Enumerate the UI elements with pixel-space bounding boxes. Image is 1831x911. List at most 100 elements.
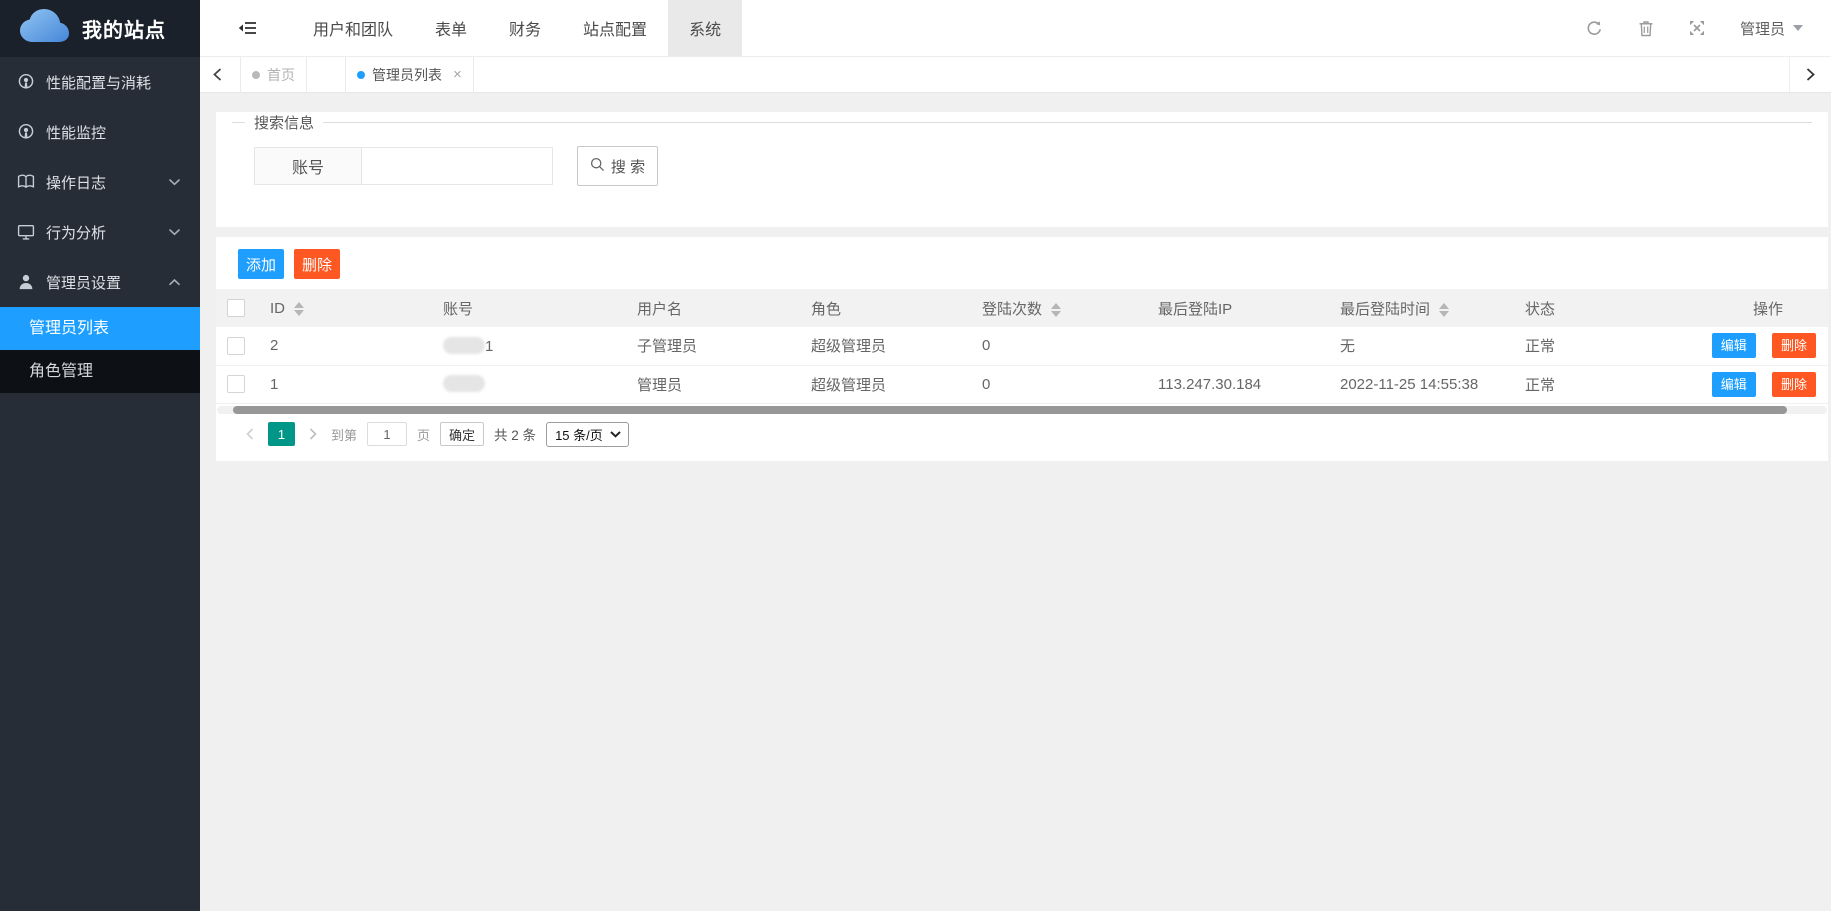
page-unit-label: 页: [417, 425, 430, 444]
goto-label: 到第: [331, 425, 357, 444]
tabs-scroll-left-icon[interactable]: [200, 57, 234, 92]
cell-username: 管理员: [629, 365, 803, 403]
row-delete-button[interactable]: 删除: [1772, 333, 1816, 358]
account-search-input[interactable]: [362, 147, 553, 185]
column-header-login-count: 登陆次数: [974, 289, 1150, 327]
trash-icon[interactable]: [1638, 20, 1654, 37]
fullscreen-icon[interactable]: [1689, 20, 1705, 36]
edit-button[interactable]: 编辑: [1712, 333, 1756, 358]
cell-id: 2: [262, 327, 435, 365]
page-tab-admin-list[interactable]: 管理员列表 ×: [345, 57, 474, 93]
sidebar-item-label: 性能监控: [46, 122, 106, 143]
sidebar-item-performance-monitor[interactable]: 性能监控: [0, 107, 200, 157]
total-count-label: 共 2 条: [494, 424, 536, 444]
menu-fold-icon[interactable]: [238, 20, 258, 36]
column-header-account: 账号: [435, 289, 629, 327]
row-delete-button[interactable]: 删除: [1772, 372, 1816, 397]
cell-actions: 编辑 删除: [1685, 365, 1828, 403]
sidebar-submenu: 管理员列表 角色管理: [0, 307, 200, 393]
column-header-username: 用户名: [629, 289, 803, 327]
nav-tab-users-teams[interactable]: 用户和团队: [292, 0, 414, 56]
cell-status: 正常: [1517, 327, 1685, 365]
page-tabs-bar: 首页 管理员列表 ×: [200, 57, 1831, 93]
chevron-down-icon: [610, 431, 621, 438]
cell-actions: 编辑 删除: [1685, 327, 1828, 365]
goto-page-input[interactable]: [367, 422, 407, 446]
delete-button[interactable]: 删除: [294, 249, 340, 279]
sidebar-subitem-role-management[interactable]: 角色管理: [0, 350, 200, 393]
nav-tab-forms[interactable]: 表单: [414, 0, 488, 56]
user-menu[interactable]: 管理员: [1740, 18, 1803, 39]
user-icon: [17, 273, 35, 291]
user-name: 管理员: [1740, 18, 1785, 39]
sort-icon[interactable]: [1439, 303, 1449, 317]
cell-last-time: 2022-11-25 14:55:38: [1332, 365, 1517, 403]
table-row: 1 管理员 超级管理员 0 113.247.30.184 2022-11-25 …: [216, 365, 1828, 403]
chevron-down-icon: [1793, 25, 1803, 31]
navbar-right: 管理员: [1586, 18, 1803, 39]
cell-account: 1: [435, 327, 629, 365]
edit-button[interactable]: 编辑: [1712, 372, 1756, 397]
sidebar-item-admin-settings[interactable]: 管理员设置: [0, 257, 200, 307]
pagination: 1 到第 页 确定 共 2 条 15 条/页: [216, 414, 1828, 456]
redacted-account: [443, 337, 485, 354]
tabs-scroll-right-icon[interactable]: [1789, 57, 1831, 92]
top-nav-tabs: 用户和团队 表单 财务 站点配置 系统: [292, 0, 742, 56]
cell-last-time: 无: [1332, 327, 1517, 365]
sort-icon[interactable]: [294, 302, 304, 316]
column-header-actions: 操作: [1685, 289, 1828, 327]
site-title: 我的站点: [82, 14, 166, 43]
sidebar: 我的站点 性能配置与消耗 性能监控 操作日志 行为分析 管理: [0, 0, 200, 911]
cell-login-count: 0: [974, 365, 1150, 403]
site-logo[interactable]: 我的站点: [0, 0, 200, 57]
confirm-button[interactable]: 确定: [440, 422, 484, 446]
horizontal-scrollbar: [217, 406, 1827, 414]
admin-table: ID 账号 用户名 角色 登陆次数 最后登陆IP 最后登陆时间 状态 操作 2: [216, 289, 1828, 404]
page-tab-home[interactable]: 首页: [240, 57, 307, 93]
cell-role: 超级管理员: [803, 365, 974, 403]
nav-tab-system[interactable]: 系统: [668, 0, 742, 56]
sidebar-subitem-admin-list[interactable]: 管理员列表: [0, 307, 200, 350]
cell-last-ip: [1150, 327, 1332, 365]
cell-id: 1: [262, 365, 435, 403]
main-area: 用户和团队 表单 财务 站点配置 系统 管理员: [200, 0, 1831, 911]
close-icon[interactable]: ×: [453, 66, 462, 83]
broadcast-icon: [17, 123, 35, 141]
row-checkbox[interactable]: [227, 375, 245, 393]
tab-dot-icon: [252, 71, 260, 79]
scrollbar-thumb[interactable]: [233, 406, 1787, 414]
sidebar-item-operation-log[interactable]: 操作日志: [0, 157, 200, 207]
sidebar-item-performance-config[interactable]: 性能配置与消耗: [0, 57, 200, 107]
sort-icon[interactable]: [1051, 303, 1061, 317]
tab-dot-icon: [357, 71, 365, 79]
nav-tab-finance[interactable]: 财务: [488, 0, 562, 56]
column-header-last-time: 最后登陆时间: [1332, 289, 1517, 327]
search-button[interactable]: 搜 索: [577, 146, 658, 186]
column-header-status: 状态: [1517, 289, 1685, 327]
column-header-last-ip: 最后登陆IP: [1150, 289, 1332, 327]
refresh-icon[interactable]: [1586, 20, 1603, 37]
per-page-select[interactable]: 15 条/页: [546, 422, 629, 447]
book-icon: [17, 173, 35, 191]
cell-login-count: 0: [974, 327, 1150, 365]
sidebar-item-behavior-analysis[interactable]: 行为分析: [0, 207, 200, 257]
search-fieldset: 搜索信息 账号 搜 索: [232, 112, 1812, 186]
cell-username: 子管理员: [629, 327, 803, 365]
prev-page-icon[interactable]: [242, 428, 258, 440]
broadcast-icon: [17, 73, 35, 91]
next-page-icon[interactable]: [305, 428, 321, 440]
row-checkbox[interactable]: [227, 337, 245, 355]
sidebar-item-label: 管理员设置: [46, 272, 121, 293]
top-navbar: 用户和团队 表单 财务 站点配置 系统 管理员: [200, 0, 1831, 57]
search-panel: 搜索信息 账号 搜 索: [216, 112, 1828, 227]
select-all-checkbox[interactable]: [227, 299, 245, 317]
nav-tab-site-config[interactable]: 站点配置: [562, 0, 668, 56]
current-page-button[interactable]: 1: [268, 422, 295, 446]
sidebar-item-label: 性能配置与消耗: [46, 72, 151, 93]
magnifier-icon: [590, 157, 605, 176]
search-legend: 搜索信息: [245, 112, 323, 133]
add-button[interactable]: 添加: [238, 249, 284, 279]
chevron-down-icon: [169, 179, 180, 186]
account-field-label: 账号: [254, 147, 362, 185]
table-panel: 添加 删除 ID 账号 用户名 角色 登陆次数 最后登陆IP: [216, 237, 1828, 461]
